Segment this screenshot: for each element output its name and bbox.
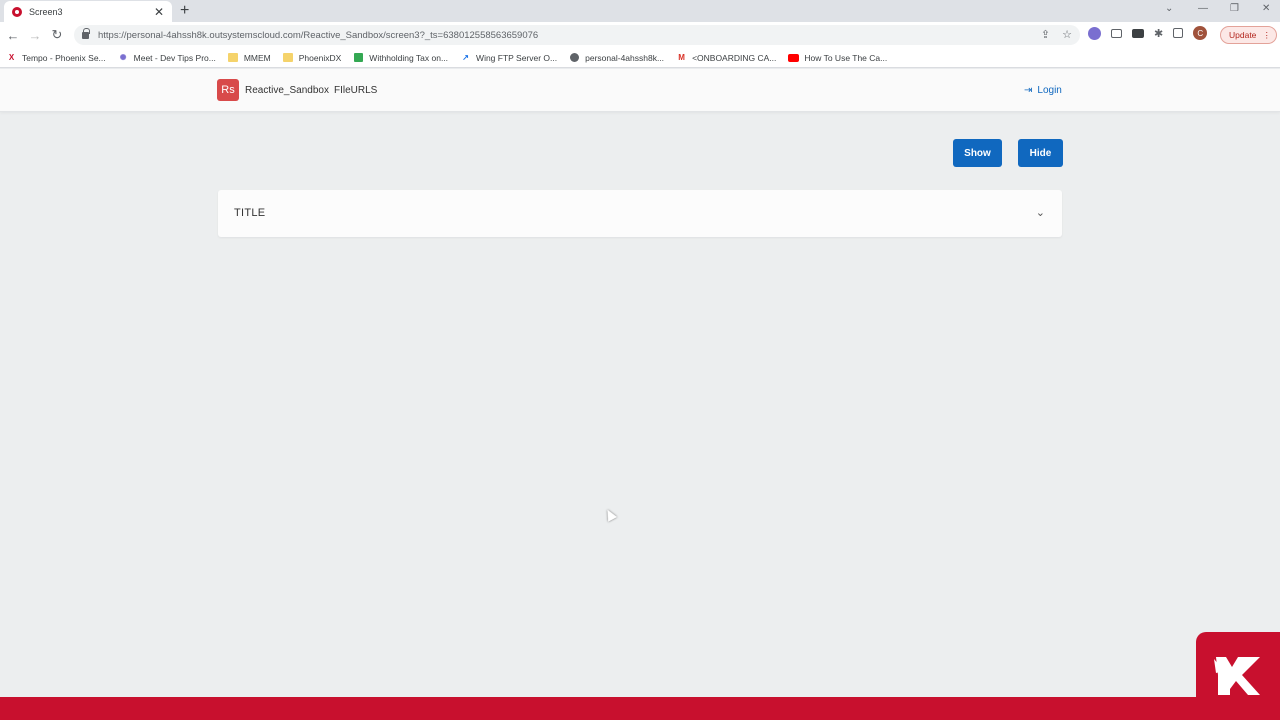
update-button[interactable]: Update ⋮ (1220, 26, 1277, 44)
bookmark-label: personal-4ahssh8k... (585, 52, 665, 63)
tab-close-icon[interactable]: ✕ (154, 5, 164, 19)
browser-toolbar: ← → ↻ https://personal-4ahssh8k.outsyste… (0, 22, 1280, 48)
window-close-icon[interactable]: ✕ (1262, 3, 1270, 14)
back-icon[interactable]: ← (2, 28, 24, 43)
app-header: Rs Reactive_Sandbox FIleURLS ⇥ Login (0, 69, 1280, 112)
login-link[interactable]: ⇥ Login (1024, 85, 1062, 96)
profile-avatar[interactable]: C (1193, 26, 1208, 40)
phoenix-logo-icon (1214, 657, 1260, 695)
show-button[interactable]: Show (953, 139, 1002, 167)
update-label: Update (1229, 30, 1257, 40)
tab-search-icon[interactable]: ⌄ (1165, 3, 1173, 14)
address-bar[interactable]: https://personal-4ahssh8k.outsystemsclou… (74, 25, 1080, 45)
bookmark-item[interactable]: ✺ Meet - Dev Tips Pro... (118, 52, 216, 63)
meet-icon: ✺ (119, 53, 127, 62)
globe-icon (569, 52, 580, 63)
login-label: Login (1037, 85, 1062, 96)
bookmark-item[interactable]: personal-4ahssh8k... (569, 52, 664, 63)
bookmark-item[interactable]: ↗ Wing FTP Server O... (460, 52, 557, 63)
folder-icon (228, 52, 239, 63)
reload-icon[interactable]: ↻ (46, 27, 68, 43)
extensions-area: ✱ C (1088, 26, 1208, 40)
minimize-icon[interactable]: — (1198, 3, 1208, 14)
side-panel-icon[interactable] (1173, 28, 1184, 38)
bookmark-label: MMEM (243, 52, 271, 63)
extension-cast-icon[interactable] (1111, 28, 1122, 38)
bookmark-label: <ONBOARDING CA... (692, 52, 777, 63)
forward-icon[interactable]: → (24, 28, 46, 43)
bookmark-item[interactable]: PhoenixDX (283, 52, 342, 63)
app-name[interactable]: Reactive_Sandbox (245, 85, 329, 96)
share-icon[interactable]: ⇪ (1041, 28, 1050, 41)
bookmark-label: Tempo - Phoenix Se... (22, 52, 106, 63)
bookmark-label: Wing FTP Server O... (476, 52, 558, 63)
collapsible-section[interactable]: TITLE ⌄ (218, 190, 1062, 237)
extension-keyboard-icon[interactable] (1132, 28, 1144, 38)
section-title: TITLE (234, 207, 266, 219)
tab-favicon-icon (12, 6, 22, 17)
bookmark-label: Withholding Tax on... (369, 52, 449, 63)
tab-title: Screen3 (29, 6, 63, 17)
restore-icon[interactable]: ❐ (1230, 3, 1239, 14)
wing-icon: ↗ (462, 53, 469, 62)
menu-item-fileurls[interactable]: FIleURLS (334, 85, 377, 96)
lock-icon (82, 27, 90, 39)
footer-bar (0, 697, 1280, 720)
youtube-icon (788, 52, 800, 63)
bookmark-label: How To Use The Ca... (804, 52, 888, 63)
url-text: https://personal-4ahssh8k.outsystemsclou… (98, 29, 539, 41)
browser-tab[interactable]: Screen3 ✕ (4, 1, 172, 22)
sheet-icon (353, 52, 364, 63)
extensions-puzzle-icon[interactable]: ✱ (1154, 27, 1163, 40)
bookmark-label: PhoenixDX (298, 52, 342, 63)
bookmark-item[interactable]: MMEM (228, 52, 271, 63)
bookmark-item[interactable]: X Tempo - Phoenix Se... (6, 52, 106, 63)
chevron-down-icon[interactable]: ⌄ (1036, 206, 1045, 219)
hide-button[interactable]: Hide (1018, 139, 1063, 167)
new-tab-icon[interactable]: + (180, 2, 189, 20)
phoenix-icon: X (8, 53, 15, 62)
mouse-cursor-icon (603, 507, 617, 522)
bookmark-label: Meet - Dev Tips Pro... (133, 52, 216, 63)
gmail-icon: M (678, 53, 685, 62)
brand-logo (1196, 632, 1280, 720)
bookmarks-bar: X Tempo - Phoenix Se... ✺ Meet - Dev Tip… (0, 48, 1280, 68)
bookmark-item[interactable]: M <ONBOARDING CA... (676, 52, 776, 63)
browser-tabstrip: Screen3 ✕ + ⌄ — ❐ ✕ (0, 0, 1280, 22)
bookmark-item[interactable]: Withholding Tax on... (353, 52, 448, 63)
bookmark-item[interactable]: How To Use The Ca... (788, 52, 887, 63)
bookmark-star-icon[interactable]: ☆ (1062, 28, 1072, 41)
folder-icon (283, 52, 294, 63)
menu-dots-icon: ⋮ (1262, 29, 1272, 40)
extension-gear-icon[interactable] (1088, 26, 1101, 40)
login-icon: ⇥ (1024, 85, 1033, 96)
app-logo[interactable]: Rs (217, 79, 239, 101)
